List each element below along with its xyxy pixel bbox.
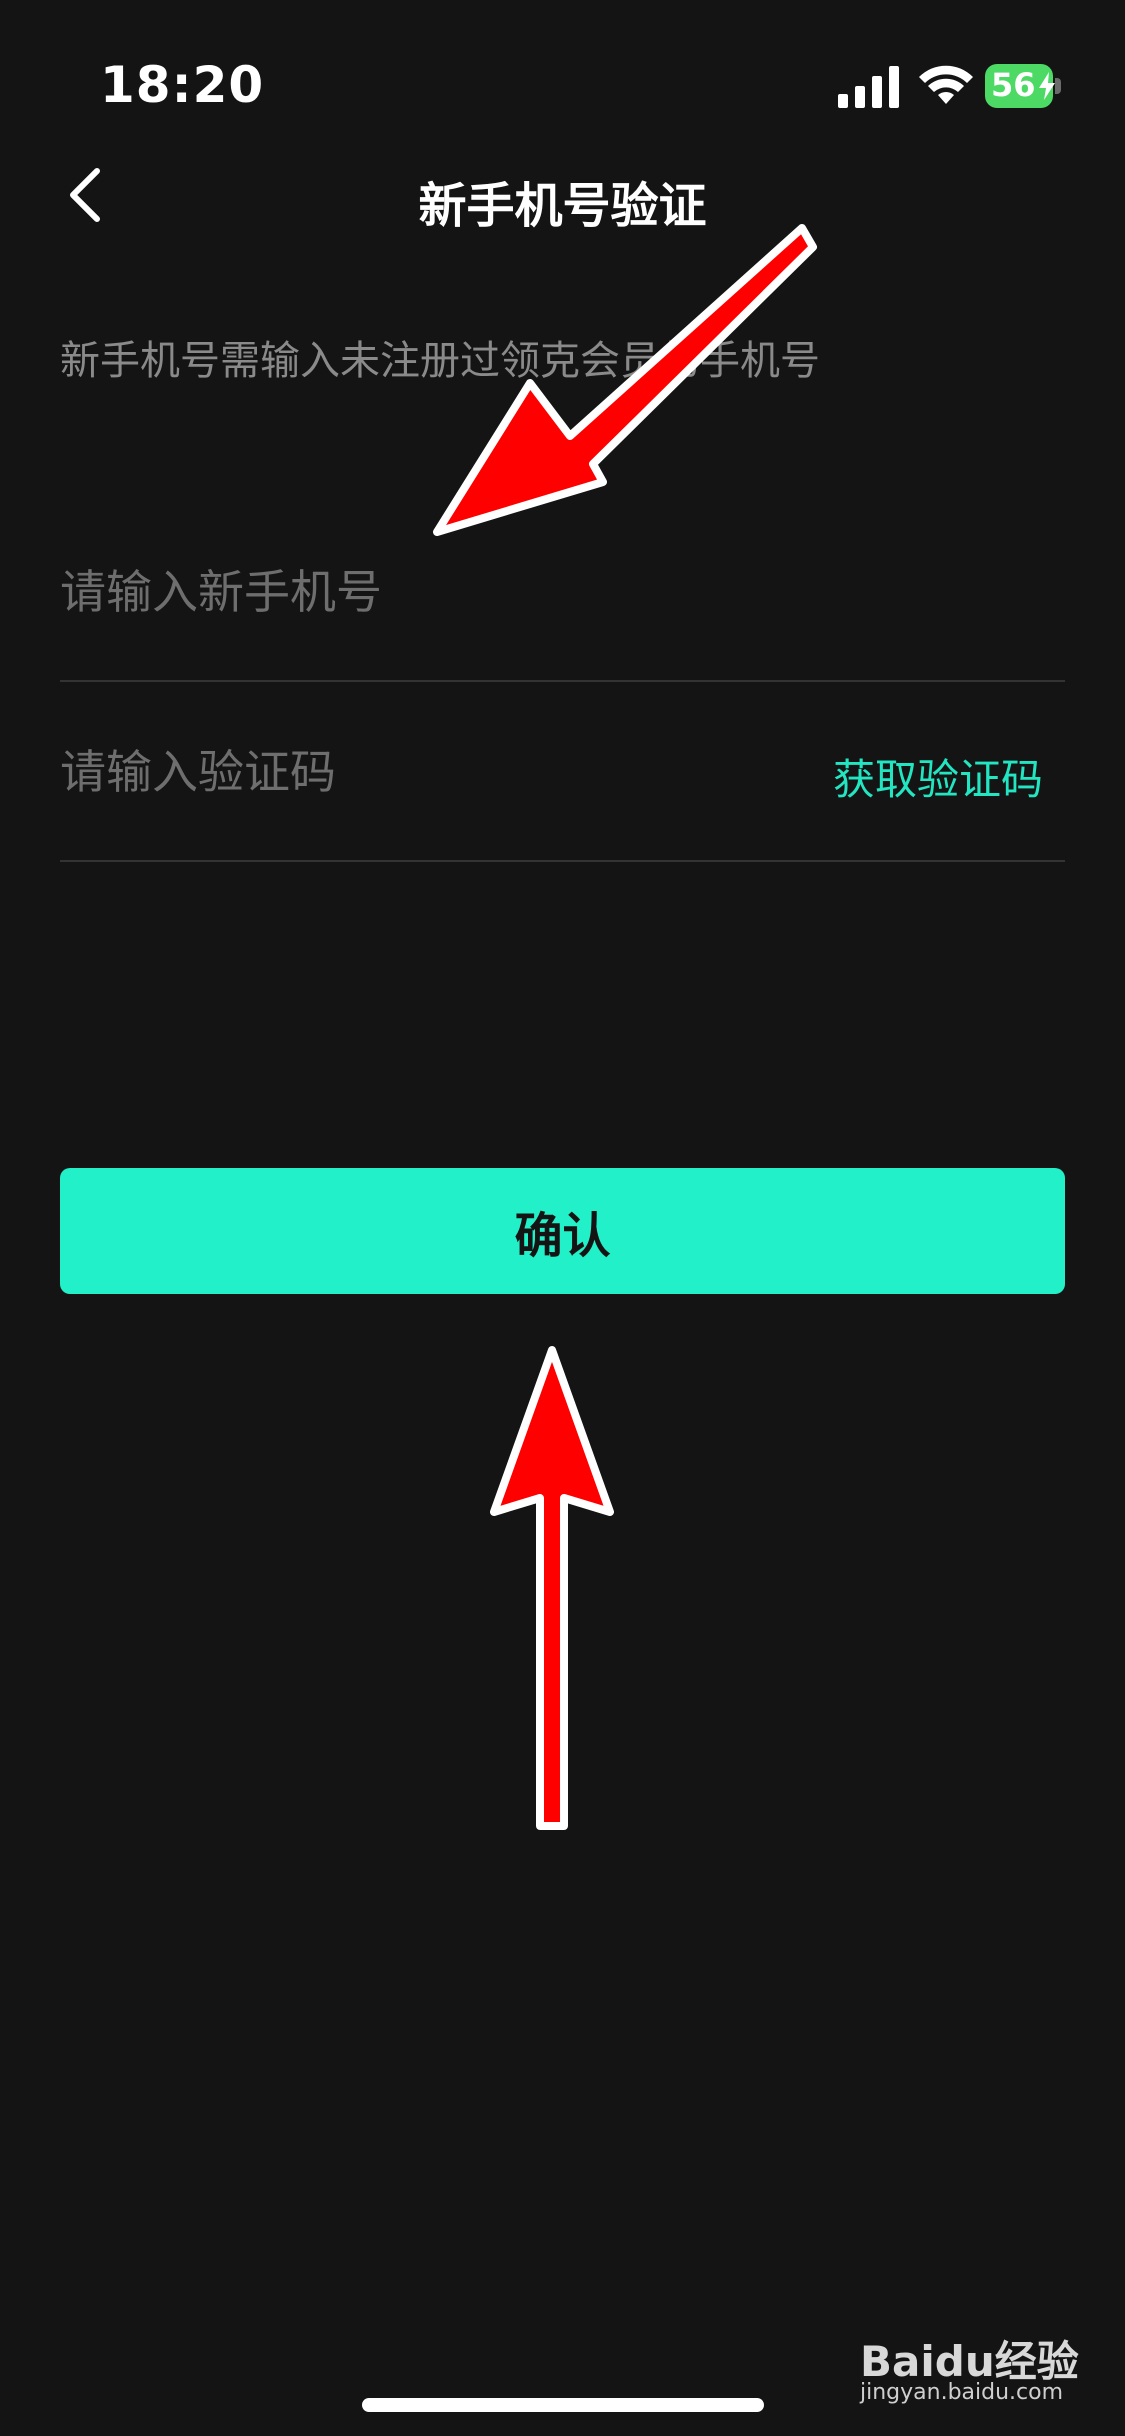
battery-indicator: 56 [985, 64, 1065, 108]
battery-level: 56 [991, 66, 1036, 104]
confirm-button[interactable]: 确认 [60, 1168, 1065, 1294]
wifi-icon [919, 65, 973, 104]
arrow-to-confirm-button [490, 1346, 614, 1830]
charging-bolt-icon [1039, 72, 1055, 100]
cellular-signal-icon [838, 66, 899, 108]
phone-field [60, 502, 1065, 682]
home-indicator[interactable] [362, 2398, 764, 2412]
phone-input[interactable] [60, 552, 820, 632]
watermark-subtext: jingyan.baidu.com [860, 2380, 1064, 2405]
code-field: 获取验证码 [60, 682, 1065, 862]
hint-text: 新手机号需输入未注册过领克会员的手机号 [60, 338, 820, 384]
status-time: 18:20 [100, 56, 265, 114]
page-title: 新手机号验证 [418, 178, 707, 234]
verification-code-input[interactable] [60, 732, 820, 812]
baidu-watermark: Baidu经验 jingyan.baidu.com [860, 2318, 1079, 2405]
get-code-button[interactable]: 获取验证码 [833, 746, 1043, 807]
